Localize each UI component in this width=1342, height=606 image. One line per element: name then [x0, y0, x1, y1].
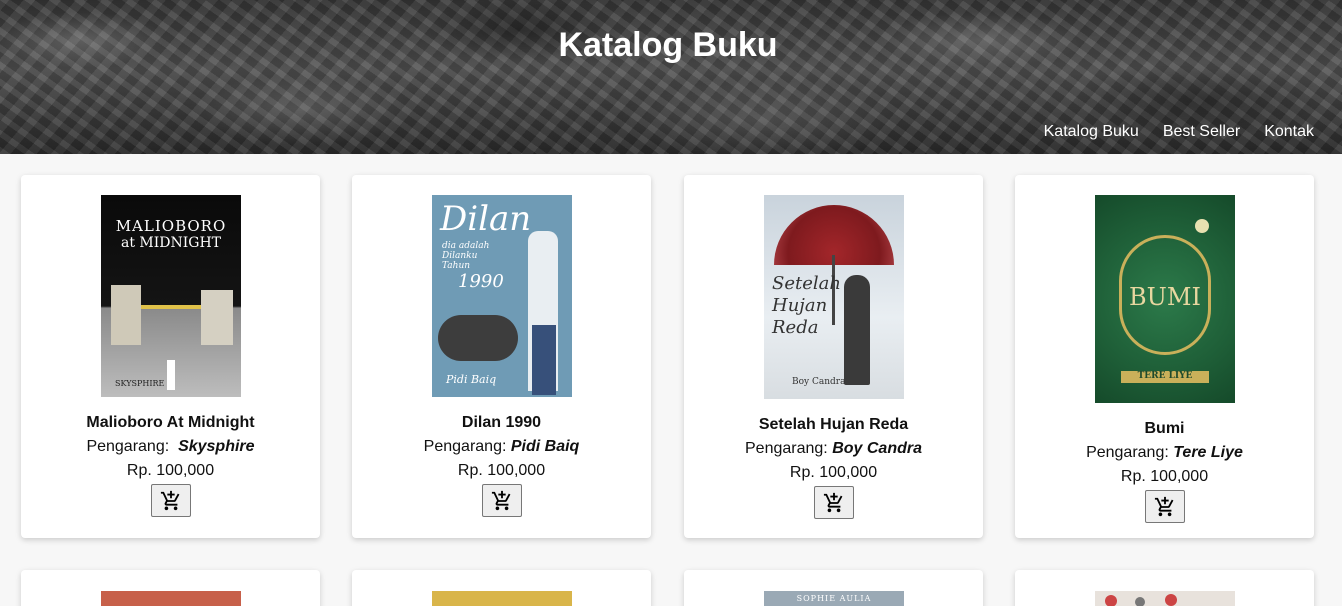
author-name: Tere Liye	[1173, 444, 1243, 461]
book-card: SOPHIE AULIA	[684, 570, 983, 606]
book-price: Rp. 100,000	[126, 462, 215, 479]
cover-subtitle: dia adalah Dilanku Tahun	[442, 241, 490, 271]
author-label: Pengarang:	[745, 440, 828, 457]
author-name: Pidi Baiq	[510, 438, 580, 455]
cover-title: MALIOBORO	[115, 217, 227, 235]
add-to-cart-button[interactable]	[481, 484, 522, 517]
cover-title: Setelah Hujan Reda	[772, 273, 841, 338]
book-card: Setelah Hujan Reda Boy Candra Setelah Hu…	[684, 175, 983, 538]
header-banner: Katalog Buku Katalog Buku Best Seller Ko…	[0, 0, 1342, 154]
book-info: Malioboro At Midnight Pengarang: Skysphi…	[21, 411, 320, 521]
cart-plus-icon	[491, 490, 510, 511]
book-cover-image: Dilan dia adalah Dilanku Tahun 1990 Pidi…	[432, 195, 572, 397]
nav-kontak[interactable]: Kontak	[1264, 123, 1314, 141]
add-to-cart-button[interactable]	[1144, 490, 1185, 523]
book-cover-image	[101, 591, 241, 606]
author-label: Pengarang:	[1086, 444, 1169, 461]
book-price: Rp. 100,000	[1120, 468, 1209, 485]
book-info: Setelah Hujan Reda Pengarang: Boy Candra…	[684, 413, 983, 523]
cover-author: SOPHIE AULIA	[796, 594, 872, 603]
cover-author: SKYSPHIRE	[115, 379, 165, 388]
cover-subtitle: at MIDNIGHT	[120, 235, 222, 251]
book-cover-image: SOPHIE AULIA	[764, 591, 904, 606]
main-nav: Katalog Buku Best Seller Kontak	[1044, 123, 1314, 141]
author-name: Skysphire	[178, 438, 255, 455]
cover-author: Pidi Baiq	[446, 373, 497, 386]
nav-best-seller[interactable]: Best Seller	[1163, 123, 1240, 141]
book-title: Setelah Hujan Reda	[758, 416, 909, 433]
author-name: Boy Candra	[832, 440, 922, 457]
book-card: BUMI TERE LIYE Bumi Pengarang: Tere Liye…	[1015, 175, 1314, 538]
book-info: Bumi Pengarang: Tere Liye Rp. 100,000	[1015, 417, 1314, 527]
book-author: Pengarang: Pidi Baiq	[352, 435, 651, 459]
book-card	[352, 570, 651, 606]
cover-title: BUMI	[1129, 283, 1201, 311]
cart-plus-icon	[823, 492, 842, 513]
author-label: Pengarang:	[86, 438, 170, 455]
book-card	[21, 570, 320, 606]
book-cover-image: Setelah Hujan Reda Boy Candra	[764, 195, 904, 399]
book-price: Rp. 100,000	[789, 464, 878, 481]
book-price: Rp. 100,000	[457, 462, 546, 479]
cover-author: TERE LIYE	[1137, 371, 1193, 381]
book-card	[1015, 570, 1314, 606]
book-author: Pengarang: Boy Candra	[684, 437, 983, 461]
book-cover-image: BUMI TERE LIYE	[1095, 195, 1235, 403]
book-title: Bumi	[1144, 420, 1185, 437]
book-cover-image	[432, 591, 572, 606]
book-author: Pengarang: Tere Liye	[1015, 441, 1314, 465]
book-cover-image	[1095, 591, 1235, 606]
author-label: Pengarang:	[423, 438, 507, 455]
book-author: Pengarang: Skysphire	[21, 435, 320, 459]
book-info: Dilan 1990 Pengarang: Pidi Baiq Rp. 100,…	[352, 411, 651, 521]
nav-katalog-buku[interactable]: Katalog Buku	[1044, 123, 1139, 141]
book-card: MALIOBORO at MIDNIGHT SKYSPHIRE Maliobor…	[21, 175, 320, 538]
page-title: Katalog Buku	[558, 26, 778, 64]
book-cover-image: MALIOBORO at MIDNIGHT SKYSPHIRE	[101, 195, 241, 397]
add-to-cart-button[interactable]	[150, 484, 191, 517]
add-to-cart-button[interactable]	[813, 486, 854, 519]
book-title: Dilan 1990	[461, 414, 542, 431]
book-card: Dilan dia adalah Dilanku Tahun 1990 Pidi…	[352, 175, 651, 538]
cover-author: Boy Candra	[792, 377, 846, 387]
book-title: Malioboro At Midnight	[86, 414, 255, 431]
cart-plus-icon	[160, 490, 179, 511]
cart-plus-icon	[1154, 496, 1173, 517]
